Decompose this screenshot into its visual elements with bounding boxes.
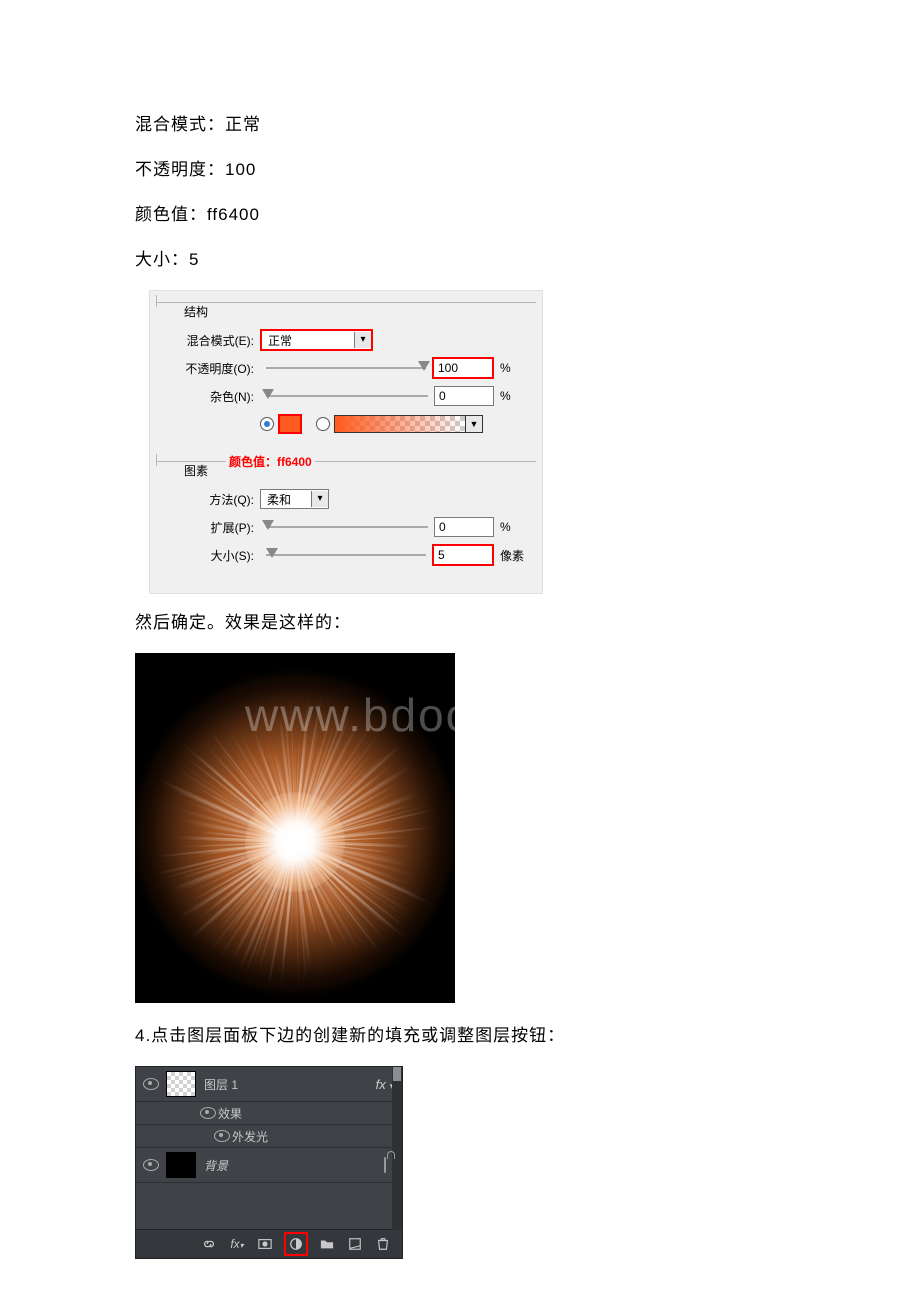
technique-value: 柔和 <box>261 491 311 508</box>
elements-group: 图素 颜色值：ff6400 方法(Q): 柔和 ▾ 扩展(P): <box>156 454 536 577</box>
size-label: 大小(S): <box>164 547 260 564</box>
text-then-confirm: 然后确定。效果是这样的： <box>135 608 785 633</box>
technique-select[interactable]: 柔和 ▾ <box>260 489 329 509</box>
chevron-down-icon[interactable]: ▾ <box>311 491 328 507</box>
technique-label: 方法(Q): <box>164 491 260 508</box>
text-size: 大小：5 <box>135 245 785 270</box>
size-slider[interactable] <box>266 548 426 562</box>
spread-slider[interactable] <box>266 520 428 534</box>
spread-unit: % <box>494 520 528 534</box>
effect-preview-image: www.bdocx.com <box>135 653 455 1003</box>
blend-mode-label: 混合模式(E): <box>164 332 260 349</box>
size-input[interactable]: 5 <box>432 544 494 566</box>
layers-panel-footer: fx▾ <box>136 1229 402 1258</box>
gradient-dropdown-icon[interactable]: ▼ <box>466 415 483 433</box>
layer-mask-icon[interactable] <box>256 1235 274 1253</box>
color-radio[interactable] <box>260 417 274 431</box>
opacity-slider[interactable] <box>266 361 426 375</box>
noise-label: 杂色(N): <box>164 388 260 405</box>
text-blend-mode: 混合模式：正常 <box>135 110 785 135</box>
opacity-input[interactable]: 100 <box>432 357 494 379</box>
layer-effects-row[interactable]: 效果 <box>136 1102 402 1125</box>
text-step-4: 4.点击图层面板下边的创建新的填充或调整图层按钮： <box>135 1021 785 1046</box>
layer-thumbnail[interactable] <box>166 1152 196 1178</box>
size-unit: 像素 <box>494 547 528 564</box>
layer-thumbnail[interactable] <box>166 1071 196 1097</box>
blend-mode-select[interactable]: 正常 ▾ <box>260 329 373 351</box>
eye-icon <box>214 1130 230 1142</box>
new-layer-icon[interactable] <box>346 1235 364 1253</box>
gradient-preview[interactable] <box>334 415 466 433</box>
text-color-value: 颜色值：ff6400 <box>135 200 785 225</box>
layer-row-layer1[interactable]: 图层 1 fx▾ <box>136 1067 402 1102</box>
structure-group: 结构 混合模式(E): 正常 ▾ 不透明度(O): <box>156 295 536 446</box>
lock-icon[interactable] <box>384 1157 386 1173</box>
structure-legend: 结构 <box>178 305 214 319</box>
chevron-down-icon[interactable]: ▾ <box>354 332 371 348</box>
layer-name[interactable]: 背景 <box>204 1157 368 1174</box>
spread-label: 扩展(P): <box>164 519 260 536</box>
blend-mode-value: 正常 <box>262 332 354 349</box>
gradient-radio[interactable] <box>316 417 330 431</box>
noise-input[interactable]: 0 <box>434 386 494 406</box>
noise-unit: % <box>494 389 528 403</box>
outer-glow-settings-panel: 结构 混合模式(E): 正常 ▾ 不透明度(O): <box>149 290 543 594</box>
color-value-annotation: 颜色值：ff6400 <box>226 453 315 470</box>
opacity-label: 不透明度(O): <box>164 360 260 377</box>
layer-name[interactable]: 图层 1 <box>204 1076 368 1093</box>
text-opacity: 不透明度：100 <box>135 155 785 180</box>
noise-slider[interactable] <box>266 389 428 403</box>
layer-outer-glow-row[interactable]: 外发光 <box>136 1125 402 1148</box>
glow-color-swatch[interactable] <box>278 414 302 434</box>
eye-icon <box>143 1159 159 1171</box>
layers-panel: 图层 1 fx▾ 效果 外发光 背景 fx▾ <box>135 1066 403 1259</box>
scrollbar[interactable] <box>392 1067 402 1230</box>
visibility-toggle[interactable] <box>136 1078 166 1090</box>
visibility-toggle[interactable] <box>198 1107 218 1119</box>
eye-icon <box>200 1107 216 1119</box>
new-group-icon[interactable] <box>318 1235 336 1253</box>
outer-glow-label: 外发光 <box>232 1128 402 1145</box>
visibility-toggle[interactable] <box>136 1159 166 1171</box>
spread-input[interactable]: 0 <box>434 517 494 537</box>
layer-style-icon[interactable]: fx▾ <box>228 1235 246 1253</box>
new-fill-adjustment-layer-icon[interactable] <box>284 1232 308 1256</box>
layer-row-background[interactable]: 背景 <box>136 1148 402 1183</box>
fx-badge[interactable]: fx <box>376 1077 386 1092</box>
visibility-toggle[interactable] <box>212 1130 232 1142</box>
opacity-unit: % <box>494 361 528 375</box>
elements-legend: 图素 <box>178 464 214 478</box>
effects-label: 效果 <box>218 1105 402 1122</box>
eye-icon <box>143 1078 159 1090</box>
delete-layer-icon[interactable] <box>374 1235 392 1253</box>
link-layers-icon[interactable] <box>200 1235 218 1253</box>
